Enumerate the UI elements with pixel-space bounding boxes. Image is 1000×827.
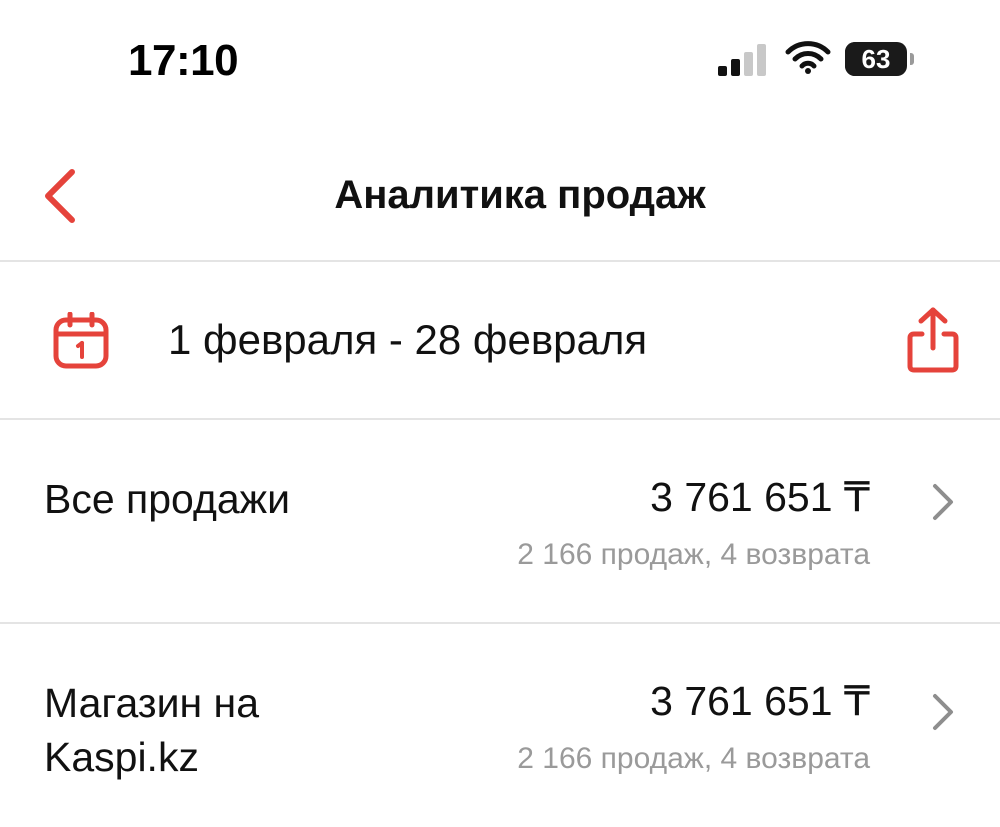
row-details: 2 166 продаж, 4 возврата (517, 538, 870, 571)
share-icon[interactable] (904, 306, 962, 374)
date-range-row[interactable]: 1 февраля - 28 февраля (0, 262, 1000, 420)
all-sales-row[interactable]: Все продажи 3 761 651 ₸ 2 166 продаж, 4 … (0, 420, 1000, 624)
row-label: Магазин на Kaspi.kz (44, 680, 259, 780)
date-range-label[interactable]: 1 февраля - 28 февраля (168, 262, 647, 418)
status-time: 17:10 (128, 36, 239, 85)
row-details: 2 166 продаж, 4 возврата (517, 742, 870, 775)
kaspi-store-row[interactable]: Магазин на Kaspi.kz 3 761 651 ₸ 2 166 пр… (0, 624, 1000, 827)
nav-header: Аналитика продаж (0, 130, 1000, 262)
signal-icon (718, 44, 766, 76)
battery-icon: 63 (845, 42, 917, 76)
wifi-icon (785, 41, 831, 74)
calendar-icon[interactable] (52, 312, 110, 370)
battery-percent: 63 (861, 44, 891, 74)
row-label: Все продажи (44, 476, 290, 522)
sales-analytics-screen: 17:10 63 Аналитика продаж 1 февраля - 28… (0, 0, 1000, 827)
chevron-right-icon (933, 694, 953, 730)
status-bar: 17:10 63 (0, 0, 1000, 120)
row-amount: 3 761 651 ₸ (650, 678, 870, 724)
chevron-right-icon (933, 484, 953, 520)
battery-cap (910, 53, 914, 65)
row-amount: 3 761 651 ₸ (650, 474, 870, 520)
page-title: Аналитика продаж (334, 173, 706, 217)
